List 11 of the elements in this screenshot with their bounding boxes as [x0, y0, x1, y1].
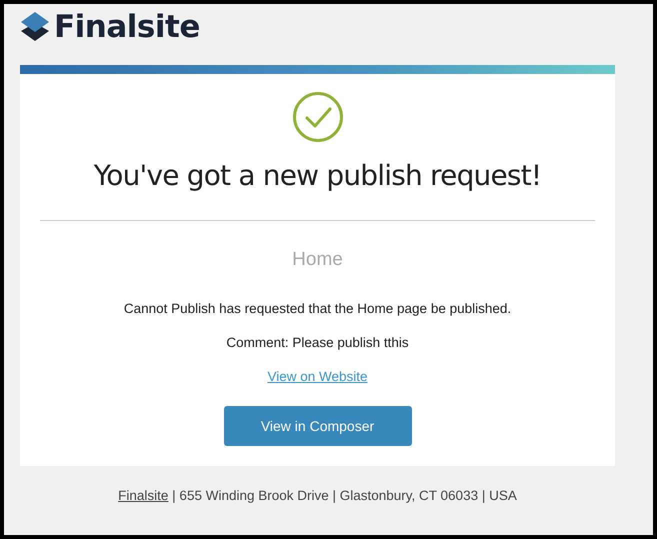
- brand-name: Finalsite: [54, 9, 200, 45]
- footer-address: Finalsite | 655 Winding Brook Drive | Glastonbury, CT 06033 | USA: [117, 488, 518, 503]
- heading: You've got a new publish request!: [94, 159, 542, 192]
- footer-link[interactable]: Finalsite: [118, 488, 168, 503]
- view-composer-button[interactable]: View in Composer: [224, 406, 412, 446]
- layers-logo-icon: [20, 11, 50, 43]
- checkmark-circle-icon: [292, 91, 344, 143]
- view-website-link[interactable]: View on Website: [267, 369, 368, 384]
- request-message: Cannot Publish has requested that the Home page be published.: [124, 301, 512, 316]
- comment-text: Comment: Please publish tthis: [226, 335, 409, 350]
- page-name: Home: [292, 249, 343, 271]
